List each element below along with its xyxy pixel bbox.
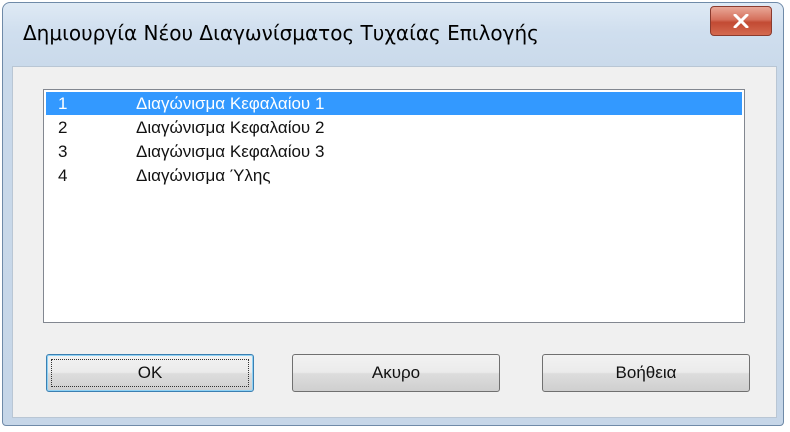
list-item[interactable]: 2 Διαγώνισμα Κεφαλαίου 2	[46, 116, 742, 139]
list-item-number: 4	[58, 166, 68, 185]
list-item-name: Διαγώνισμα Κεφαλαίου 2	[136, 118, 325, 137]
ok-button-label: OK	[137, 363, 163, 382]
list-item-number: 3	[58, 142, 68, 161]
list-item-name: Διαγώνισμα Ύλης	[136, 166, 271, 185]
close-icon	[733, 14, 749, 28]
help-button-label: Βοήθεια	[615, 363, 677, 382]
close-button[interactable]	[710, 6, 772, 36]
exam-list[interactable]: 1 Διαγώνισμα Κεφαλαίου 1 2 Διαγώνισμα Κε…	[43, 89, 745, 323]
dialog-content: 1 Διαγώνισμα Κεφαλαίου 1 2 Διαγώνισμα Κε…	[12, 66, 777, 418]
list-item-number: 1	[58, 94, 68, 113]
list-item[interactable]: 1 Διαγώνισμα Κεφαλαίου 1	[46, 92, 742, 115]
list-item-number: 2	[58, 118, 68, 137]
ok-button[interactable]: OK	[46, 354, 254, 392]
list-item[interactable]: 4 Διαγώνισμα Ύλης	[46, 164, 742, 187]
list-item-name: Διαγώνισμα Κεφαλαίου 3	[136, 142, 325, 161]
cancel-button[interactable]: Ακυρο	[292, 354, 500, 392]
cancel-button-label: Ακυρο	[371, 363, 421, 382]
help-button[interactable]: Βοήθεια	[542, 354, 750, 392]
dialog-title: Δημιουργία Νέου Διαγωνίσματος Τυχαίας Επ…	[23, 21, 539, 45]
list-item-name: Διαγώνισμα Κεφαλαίου 1	[136, 94, 325, 113]
list-item[interactable]: 3 Διαγώνισμα Κεφαλαίου 3	[46, 140, 742, 163]
dialog-window: Δημιουργία Νέου Διαγωνίσματος Τυχαίας Επ…	[2, 2, 784, 426]
